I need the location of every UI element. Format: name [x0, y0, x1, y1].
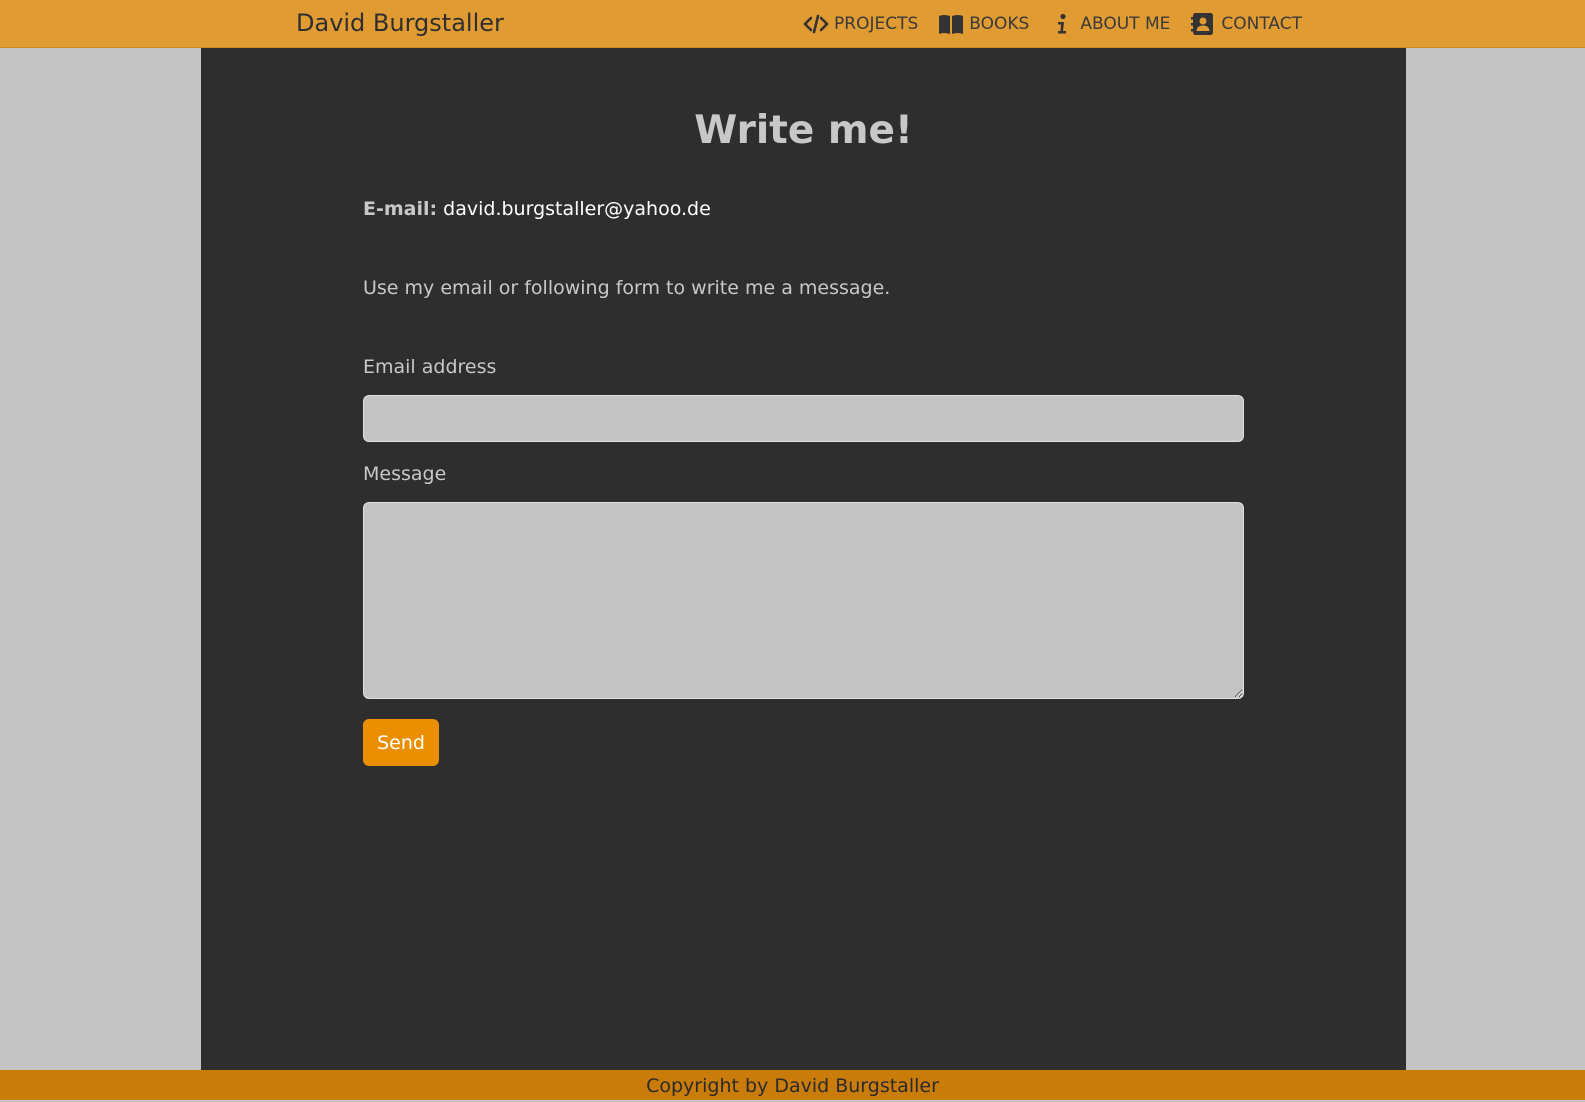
nav-item-projects[interactable]: PROJECTS: [803, 11, 918, 37]
email-link[interactable]: david.burgstaller@yahoo.de: [443, 198, 711, 220]
send-button[interactable]: Send: [363, 719, 439, 766]
email-line: E-mail: david.burgstaller@yahoo.de: [363, 198, 711, 220]
page-title: Write me!: [694, 108, 913, 153]
message-field-label: Message: [363, 463, 447, 485]
nav-item-contact[interactable]: CONTACT: [1190, 11, 1302, 37]
brand-link[interactable]: David Burgstaller: [296, 9, 504, 37]
book-icon: [938, 11, 964, 37]
email-label: E-mail:: [363, 198, 438, 220]
email-field[interactable]: [363, 395, 1244, 442]
top-navbar: David Burgstaller PROJECTS BOOKS ABOUT M…: [0, 0, 1585, 48]
copyright-text: Copyright by David Burgstaller: [646, 1075, 939, 1097]
message-field[interactable]: [363, 502, 1244, 699]
email-value: david.burgstaller@yahoo.de: [443, 198, 711, 220]
info-icon: [1049, 11, 1075, 37]
nav-item-label: PROJECTS: [834, 14, 919, 34]
nav-item-books[interactable]: BOOKS: [938, 11, 1029, 37]
main-nav: PROJECTS BOOKS ABOUT ME CONTACT: [803, 0, 1302, 48]
code-icon: [803, 11, 829, 37]
nav-item-about-me[interactable]: ABOUT ME: [1049, 11, 1170, 37]
email-field-label: Email address: [363, 356, 497, 378]
nav-item-label: CONTACT: [1221, 14, 1302, 34]
nav-item-label: BOOKS: [969, 14, 1030, 34]
nav-item-label: ABOUT ME: [1080, 14, 1171, 34]
main-content: Write me! E-mail: david.burgstaller@yaho…: [201, 48, 1406, 1070]
address-book-icon: [1190, 11, 1216, 37]
footer: Copyright by David Burgstaller: [0, 1070, 1585, 1100]
intro-text: Use my email or following form to write …: [363, 277, 891, 299]
